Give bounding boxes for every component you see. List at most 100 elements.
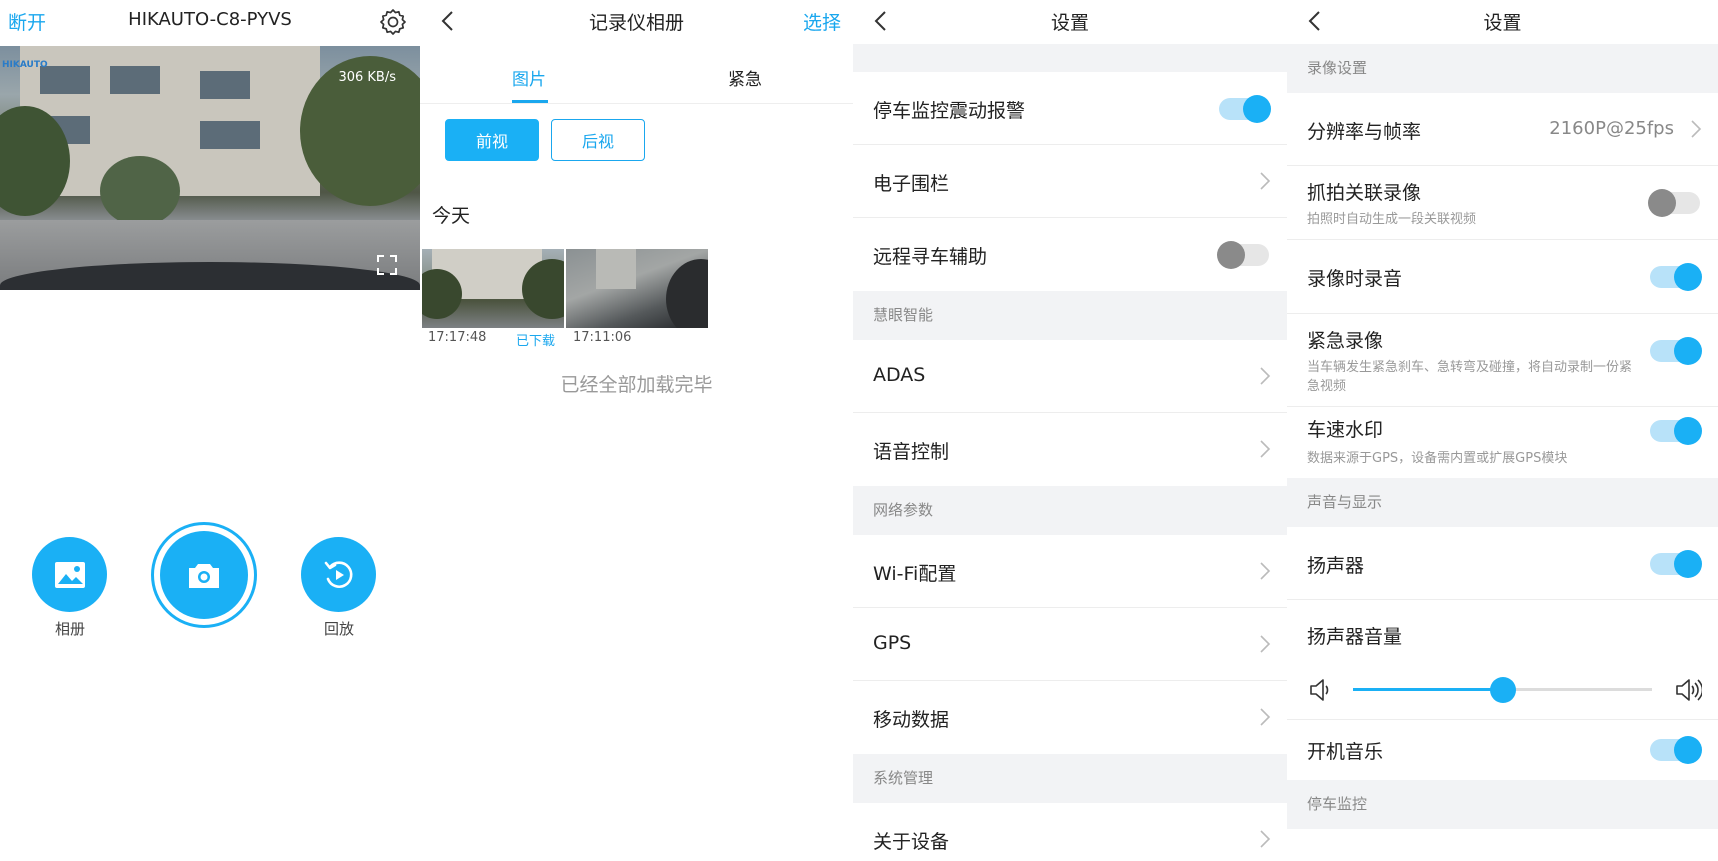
row-label: 开机音乐	[1307, 741, 1384, 763]
tree	[100, 156, 180, 226]
row-description: 当车辆发生紧急刹车、急转弯及碰撞，将自动录制一份紧急视频	[1307, 360, 1633, 394]
section-header	[853, 44, 1287, 72]
chevron-right-icon	[1260, 440, 1271, 458]
parking-vibration-toggle[interactable]	[1219, 95, 1271, 123]
row-label: 语音控制	[873, 441, 950, 463]
fullscreen-icon[interactable]	[376, 254, 398, 276]
row-label: 关于设备	[873, 831, 950, 853]
tab-emergency[interactable]: 紧急	[728, 65, 762, 90]
photo-thumbnail[interactable]	[566, 249, 708, 328]
settings-row-adas[interactable]: ADAS	[853, 340, 1287, 413]
volume-high-icon	[1676, 679, 1702, 701]
row-label: GPS	[873, 632, 912, 654]
car-shape	[666, 259, 708, 328]
window	[200, 71, 250, 99]
settings-topbar: 设置	[853, 0, 1287, 44]
section-header-system: 系统管理	[853, 754, 1287, 803]
day-label: 今天	[432, 205, 471, 227]
section-header-sound: 声音与显示	[1287, 478, 1718, 527]
settings-row-speaker[interactable]: 扬声器	[1287, 527, 1718, 600]
settings-row-record-audio[interactable]: 录像时录音	[1287, 240, 1718, 314]
row-label: 远程寻车辅助	[873, 246, 988, 268]
gear-icon[interactable]	[377, 6, 409, 38]
section-header-recording: 录像设置	[1287, 44, 1718, 93]
volume-slider-handle[interactable]	[1489, 677, 1516, 703]
row-description: 拍照时自动生成一段关联视频	[1307, 212, 1477, 227]
boot-music-toggle[interactable]	[1650, 736, 1702, 764]
album-content: 前视 后视 今天 17:17:48 已下载 17:11:06 已经全部加载完毕	[420, 105, 853, 770]
chevron-right-icon	[1260, 367, 1271, 385]
settings-panel-1: 设置 停车监控震动报警 电子围栏 远程寻车辅助 慧眼智能 ADAS 语音控制 网…	[853, 0, 1287, 861]
camera-icon	[160, 531, 248, 619]
photo-thumbnail[interactable]	[422, 249, 564, 328]
chevron-right-icon	[1260, 635, 1271, 653]
front-view-button[interactable]: 前视	[445, 119, 539, 161]
watermark-logo: HIKAUTO	[2, 60, 48, 70]
capture-button[interactable]	[151, 522, 257, 628]
speed-watermark-toggle[interactable]	[1650, 417, 1702, 445]
section-header-parking: 停车监控	[1287, 780, 1718, 829]
downloaded-badge: 已下载	[516, 334, 556, 349]
volume-low-icon	[1310, 679, 1329, 701]
volume-slider-row	[1287, 658, 1718, 720]
speaker-toggle[interactable]	[1650, 550, 1702, 578]
settings-row-boot-music[interactable]: 开机音乐	[1287, 720, 1718, 780]
volume-slider[interactable]	[1353, 677, 1652, 703]
settings-row-speed-watermark[interactable]: 车速水印 数据来源于GPS，设备需内置或扩展GPS模块	[1287, 407, 1718, 478]
album-topbar: 记录仪相册 选择	[420, 0, 853, 44]
album-label: 相册	[54, 620, 85, 638]
settings-row-resolution[interactable]: 分辨率与帧率 2160P@25fps	[1287, 93, 1718, 166]
tab-photos[interactable]: 图片	[512, 65, 546, 90]
select-button[interactable]: 选择	[803, 8, 841, 35]
album-button[interactable]: 相册	[32, 537, 108, 639]
row-label: Wi-Fi配置	[873, 563, 957, 585]
building	[596, 249, 636, 289]
row-label: 车速水印	[1307, 419, 1384, 441]
settings-row-snap-record[interactable]: 抓拍关联录像 拍照时自动生成一段关联视频	[1287, 166, 1718, 240]
chevron-right-icon	[1260, 562, 1271, 580]
rear-view-button[interactable]: 后视	[551, 119, 645, 161]
row-description: 数据来源于GPS，设备需内置或扩展GPS模块	[1307, 451, 1568, 466]
chevron-right-icon	[1260, 830, 1271, 848]
album-tabs: 图片 紧急	[420, 52, 853, 104]
window	[200, 121, 260, 149]
live-topbar: 断开 HIKAUTO-C8-PYVS	[0, 0, 420, 44]
section-header-smart: 慧眼智能	[853, 291, 1287, 340]
resolution-value: 2160P@25fps	[1549, 118, 1674, 139]
live-video-preview[interactable]: HIKAUTO 306 KB/s	[0, 46, 420, 290]
remote-find-toggle[interactable]	[1217, 241, 1269, 269]
settings-list: 停车监控震动报警 电子围栏 远程寻车辅助 慧眼智能 ADAS 语音控制 网络参数…	[853, 44, 1287, 861]
row-label: 抓拍关联录像	[1307, 182, 1422, 204]
settings-row-parking-vibration[interactable]: 停车监控震动报警	[853, 72, 1287, 145]
snap-record-toggle[interactable]	[1648, 189, 1700, 217]
bitrate-text: 306 KB/s	[338, 70, 396, 85]
device-name: HIKAUTO-C8-PYVS	[128, 9, 292, 30]
row-label: 分辨率与帧率	[1307, 121, 1422, 143]
playback-label: 回放	[323, 620, 354, 638]
live-view-panel: 断开 HIKAUTO-C8-PYVS HIKAUTO 306 KB/s 相册 回…	[0, 0, 420, 861]
playback-button[interactable]: 回放	[301, 537, 377, 639]
settings-panel-2: 设置 录像设置 分辨率与帧率 2160P@25fps 抓拍关联录像 拍照时自动生…	[1287, 0, 1718, 861]
settings-row-remote-find[interactable]: 远程寻车辅助	[853, 218, 1287, 291]
chevron-right-icon	[1260, 172, 1271, 190]
settings-row-volume: 扬声器音量	[1287, 600, 1718, 658]
window	[110, 66, 160, 94]
photo-time: 17:17:48	[428, 330, 487, 345]
settings-list: 录像设置 分辨率与帧率 2160P@25fps 抓拍关联录像 拍照时自动生成一段…	[1287, 44, 1718, 861]
settings-row-emergency[interactable]: 紧急录像 当车辆发生紧急刹车、急转弯及碰撞，将自动录制一份紧急视频	[1287, 314, 1718, 407]
settings-row-geofence[interactable]: 电子围栏	[853, 145, 1287, 218]
settings-title: 设置	[1050, 12, 1089, 34]
row-label: ADAS	[873, 364, 926, 386]
active-tab-indicator	[512, 100, 548, 103]
volume-slider-fill	[1353, 688, 1503, 691]
end-of-list-text: 已经全部加载完毕	[560, 374, 713, 396]
settings-row-mobile-data[interactable]: 移动数据	[853, 681, 1287, 754]
row-label: 扬声器音量	[1307, 626, 1403, 648]
settings-row-gps[interactable]: GPS	[853, 608, 1287, 681]
record-audio-toggle[interactable]	[1650, 263, 1702, 291]
settings-row-about[interactable]: 关于设备	[853, 803, 1287, 861]
settings-row-wifi[interactable]: Wi-Fi配置	[853, 535, 1287, 608]
row-label: 移动数据	[873, 709, 950, 731]
settings-row-voice[interactable]: 语音控制	[853, 413, 1287, 486]
emergency-toggle[interactable]	[1650, 337, 1702, 365]
